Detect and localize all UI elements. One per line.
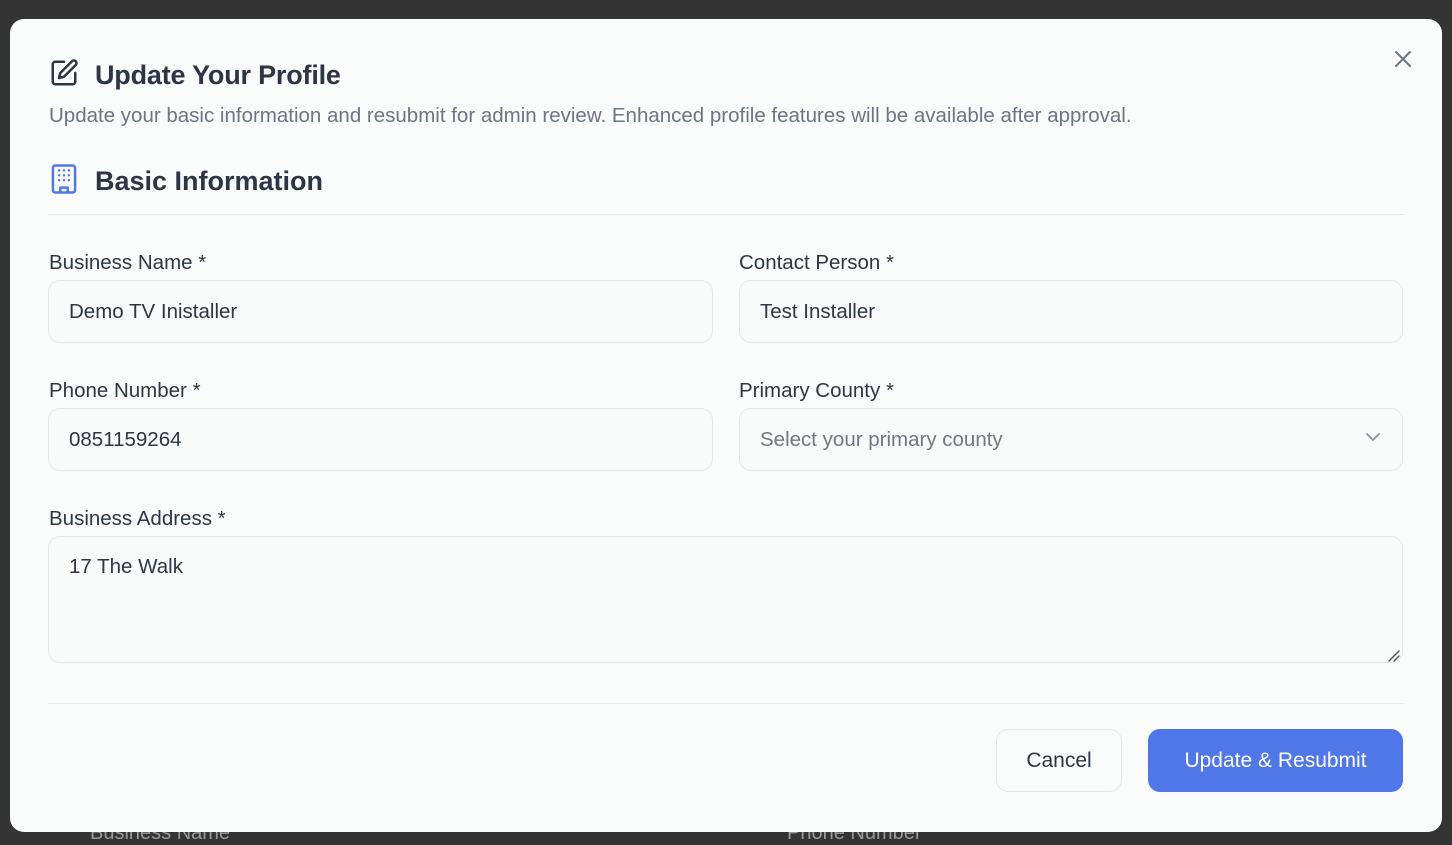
contact-person-label: Contact Person * xyxy=(739,251,894,274)
contact-person-value: Test Installer xyxy=(760,299,876,323)
business-name-label: Business Name * xyxy=(49,251,207,274)
business-address-value: 17 The Walk xyxy=(69,555,183,578)
business-address-textarea[interactable]: 17 The Walk xyxy=(48,536,1403,663)
update-resubmit-button[interactable]: Update & Resubmit xyxy=(1148,729,1403,792)
resize-handle-icon[interactable] xyxy=(1384,644,1400,662)
section-header: Basic Information xyxy=(49,163,323,199)
contact-person-input[interactable]: Test Installer xyxy=(739,280,1403,343)
building-icon xyxy=(49,163,79,200)
phone-number-label: Phone Number * xyxy=(49,379,201,402)
close-button[interactable] xyxy=(1393,49,1413,69)
section-title: Basic Information xyxy=(95,165,324,196)
dialog-title: Update Your Profile xyxy=(95,59,341,90)
update-profile-dialog: Update Your Profile Update your basic in… xyxy=(10,19,1442,832)
business-name-value: Demo TV Inistaller xyxy=(69,299,238,323)
primary-county-placeholder: Select your primary county xyxy=(760,427,1003,451)
cancel-button[interactable]: Cancel xyxy=(996,729,1122,792)
primary-county-select[interactable]: Select your primary county xyxy=(739,408,1403,471)
edit-icon xyxy=(49,58,79,93)
close-icon xyxy=(1395,51,1411,67)
business-address-label: Business Address * xyxy=(49,507,226,530)
phone-number-value: 0851159264 xyxy=(69,427,182,451)
footer-divider xyxy=(48,703,1404,704)
dialog-header: Update Your Profile xyxy=(49,58,341,92)
phone-number-input[interactable]: 0851159264 xyxy=(48,408,713,471)
chevron-down-icon xyxy=(1364,428,1382,452)
primary-county-label: Primary County * xyxy=(739,379,894,402)
section-divider xyxy=(48,214,1404,215)
dialog-description: Update your basic information and resubm… xyxy=(49,104,1132,127)
business-name-input[interactable]: Demo TV Inistaller xyxy=(48,280,713,343)
